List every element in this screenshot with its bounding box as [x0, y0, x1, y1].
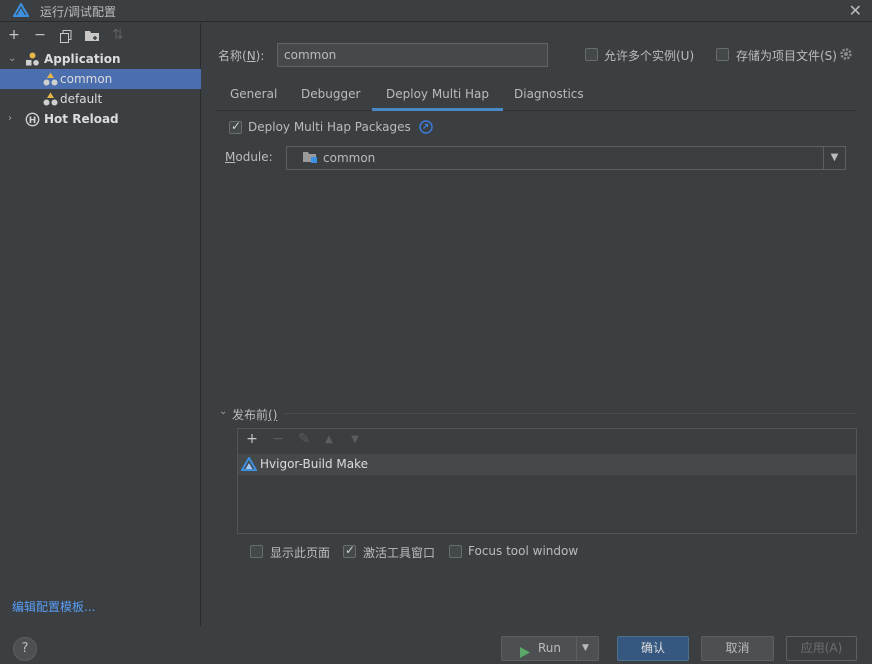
tab-debugger[interactable]: Debugger [287, 81, 374, 111]
chevron-down-icon[interactable]: ▼ [582, 637, 589, 660]
module-folder-icon [303, 151, 319, 167]
ok-button[interactable]: 确认 [617, 636, 689, 661]
sort-icon: ⇅ [112, 27, 124, 43]
tree-item-default[interactable]: default [0, 89, 201, 109]
deploy-multi-hap-label: Deploy Multi Hap Packages [248, 120, 411, 134]
remove-icon[interactable]: − [32, 27, 48, 45]
title-bar: 运行/调试配置 ✕ [0, 0, 872, 22]
divider [284, 413, 857, 414]
tree-item-common[interactable]: common [0, 69, 201, 89]
tree-item-hot-reload[interactable]: › H Hot Reload [0, 109, 201, 129]
module-select-value: common [323, 151, 376, 165]
list-item[interactable]: Hvigor-Build Make [238, 454, 856, 475]
add-icon[interactable]: + [6, 27, 22, 45]
chevron-right-icon[interactable]: › [8, 109, 12, 129]
cancel-button[interactable]: 取消 [701, 636, 774, 661]
new-folder-icon[interactable] [84, 27, 100, 45]
chevron-down-icon[interactable]: ⌄ [219, 406, 227, 417]
show-page-label: 显示此页面 [270, 546, 331, 560]
activate-tool-window-label: 激活工具窗口 [363, 546, 436, 560]
before-launch-title[interactable]: 发布前() [232, 406, 277, 423]
divider [576, 637, 577, 660]
run-label: Run [538, 641, 562, 655]
edit-configuration-templates-link[interactable]: 编辑配置模板... [12, 598, 95, 615]
before-launch-task-list: + − ✎ ▲ ▼ Hvigor-Build Make [237, 428, 857, 534]
play-icon [520, 643, 530, 664]
apply-button: 应用(A) [786, 636, 857, 661]
activate-tool-window-checkbox[interactable] [343, 543, 356, 558]
hvigor-icon [240, 456, 258, 474]
name-field[interactable] [277, 43, 548, 67]
tree-item-label: default [60, 92, 103, 106]
svg-text:H: H [29, 116, 37, 126]
chevron-down-icon[interactable]: ▼ [823, 147, 845, 169]
remove-icon: − [272, 431, 284, 447]
tab-deploy-multi-hap[interactable]: Deploy Multi Hap [372, 81, 503, 111]
configuration-tree-panel: + − ⇅ ⌄ Application common default › H H… [0, 23, 201, 626]
allow-multiple-instances-checkbox[interactable] [585, 48, 598, 61]
close-icon[interactable]: ✕ [849, 1, 862, 20]
store-as-project-file-label: 存储为项目文件(S) [736, 49, 837, 63]
tree-item-label: Application [44, 52, 121, 66]
gear-icon[interactable] [839, 47, 853, 64]
show-page-checkbox[interactable] [250, 545, 263, 558]
allow-multiple-instances-label: 允许多个实例(U) [604, 49, 695, 63]
before-launch-toolbar: + − ✎ ▲ ▼ [238, 429, 856, 453]
module-label: Module: [225, 150, 273, 164]
window-title: 运行/调试配置 [40, 5, 117, 19]
deploy-multi-hap-checkbox[interactable] [229, 119, 242, 134]
store-as-project-file-checkbox[interactable] [716, 48, 729, 61]
focus-tool-window-checkbox[interactable] [449, 545, 462, 558]
run-button[interactable]: Run ▼ [501, 636, 599, 661]
help-link-icon[interactable] [419, 120, 433, 137]
add-icon[interactable]: + [244, 431, 260, 447]
edit-icon: ✎ [298, 431, 310, 447]
help-button[interactable]: ? [13, 637, 37, 661]
task-label: Hvigor-Build Make [260, 457, 369, 471]
module-select[interactable]: common ▼ [286, 146, 846, 170]
tab-general[interactable]: General [216, 81, 291, 111]
tab-diagnostics[interactable]: Diagnostics [500, 81, 598, 111]
focus-tool-window-label: Focus tool window [468, 544, 579, 558]
move-up-icon: ▲ [325, 434, 333, 445]
harmony-app-icon [12, 2, 30, 20]
hot-reload-icon: H [25, 112, 40, 133]
configuration-tabs: General Debugger Deploy Multi Hap Diagno… [216, 81, 856, 111]
tree-item-label: common [60, 72, 113, 86]
move-down-icon: ▼ [351, 434, 359, 445]
copy-icon[interactable] [58, 27, 74, 45]
tree-item-application[interactable]: ⌄ Application [0, 49, 201, 69]
tree-item-label: Hot Reload [44, 112, 119, 126]
chevron-down-icon[interactable]: ⌄ [8, 49, 16, 69]
name-label: 名称(N): [218, 49, 265, 63]
